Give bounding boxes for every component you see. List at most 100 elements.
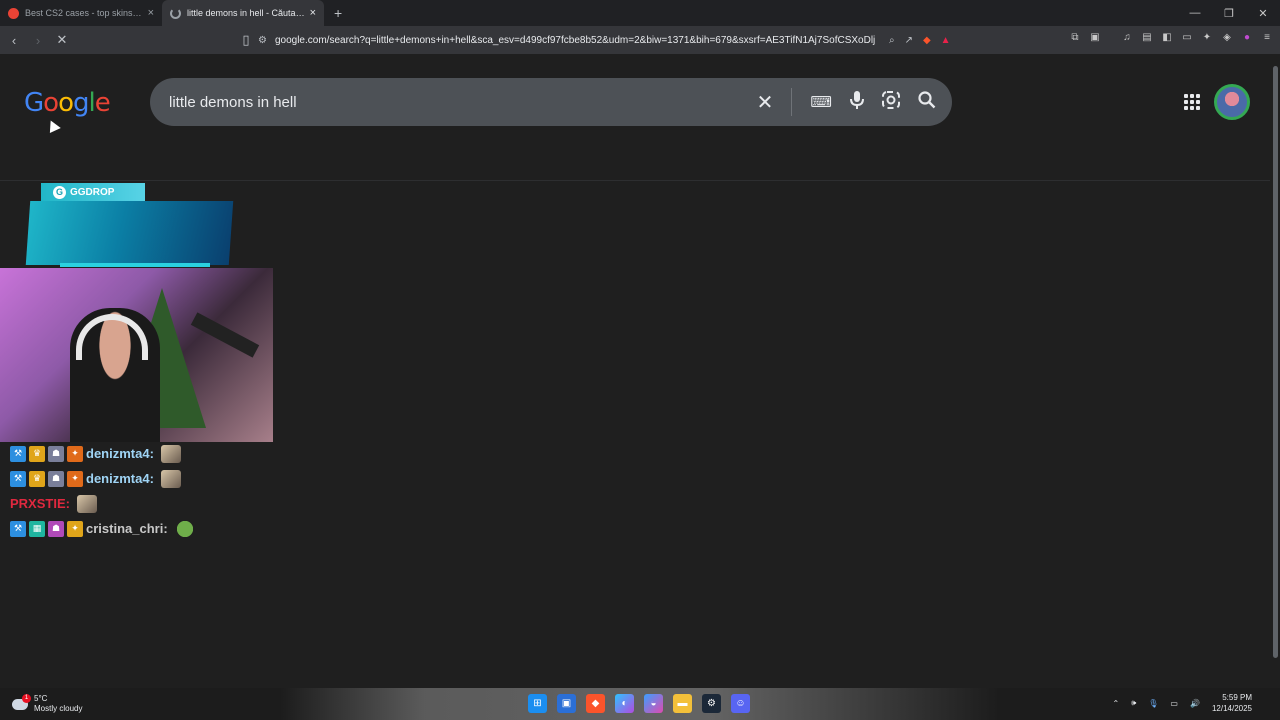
crown-badge-icon: ♛: [29, 470, 45, 487]
time: 5:59 PM: [1222, 693, 1252, 702]
emote-icon: [160, 469, 181, 488]
tab-little-demons[interactable]: little demons in hell - Căutare G ×: [162, 0, 324, 26]
chat-username: PRXSTIE:: [10, 496, 70, 511]
close-icon[interactable]: ✕: [757, 90, 774, 115]
forward-icon[interactable]: ›: [28, 30, 48, 50]
search-box-icons: ✕ ⌨: [757, 78, 936, 126]
chat-username: denizmta4:: [86, 446, 154, 461]
vpn-icon[interactable]: ◈: [1220, 30, 1234, 44]
media-icon[interactable]: ♫: [1120, 30, 1134, 44]
badge-icon: ⚒: [10, 445, 26, 462]
brave-rewards-icon[interactable]: ▲: [941, 35, 951, 46]
chat-message: ⚒ ♛ ☗ ✦ denizmta4:: [10, 466, 195, 491]
bookmark-icon[interactable]: ▯: [236, 30, 256, 50]
url-text: google.com/search?q=little+demons+in+hel…: [274, 34, 875, 46]
search-icon[interactable]: [918, 90, 936, 114]
google-logo[interactable]: Google: [24, 88, 111, 118]
clock[interactable]: 5:59 PM 12/14/2025: [1212, 692, 1252, 714]
search-input[interactable]: [169, 93, 729, 111]
divider: [791, 88, 793, 116]
notification-badge: 1: [22, 693, 31, 703]
ggdrop-label: G GGDROP: [41, 183, 145, 201]
tab-label: Best CS2 cases - top skins in CSGO c: [25, 8, 144, 18]
header-divider: [0, 180, 1270, 181]
weather-condition: Mostly cloudy: [34, 704, 83, 713]
robot-badge-icon: ☗: [48, 520, 64, 537]
sub-badge-icon: ✦: [67, 445, 83, 462]
scrollbar-thumb[interactable]: [1273, 66, 1278, 658]
logo-letter: e: [94, 88, 111, 118]
temperature: 5°C: [34, 694, 48, 703]
account-avatar[interactable]: [1214, 84, 1250, 120]
sub-badge-icon: ✦: [67, 470, 83, 487]
date: 12/14/2025: [1211, 704, 1252, 713]
chevron-up-icon[interactable]: ⌃: [1113, 699, 1120, 708]
extensions-icon[interactable]: ⧉: [1068, 30, 1082, 44]
google-apps-icon[interactable]: [1184, 94, 1200, 110]
chat-message: PRXSTIE:: [10, 491, 195, 516]
logo-letter: o: [58, 88, 74, 118]
tab-search-icon[interactable]: ▣: [1088, 30, 1102, 44]
streamer-webcam: [0, 268, 273, 442]
copilot-icon[interactable]: ◐: [615, 694, 634, 713]
badge-icon: ⚒: [10, 520, 26, 537]
banner-accent: [60, 263, 210, 267]
sidebar-icon[interactable]: ◧: [1160, 30, 1174, 44]
reading-list-icon[interactable]: ▤: [1140, 30, 1154, 44]
tab-best-cs2-cases[interactable]: Best CS2 cases - top skins in CSGO c ×: [0, 0, 162, 26]
audio-icon[interactable]: 🕪: [1131, 698, 1136, 708]
share-icon[interactable]: ↗: [905, 35, 913, 46]
close-tab-icon[interactable]: ×: [148, 7, 154, 19]
site-info-icon[interactable]: ⚙: [258, 35, 267, 46]
ggdrop-logo-icon: G: [53, 185, 66, 199]
chat-username: cristina_chri:: [86, 521, 168, 536]
robot-badge-icon: ☗: [48, 445, 64, 462]
maximize-button[interactable]: ❐: [1212, 0, 1246, 26]
lens-icon[interactable]: [882, 90, 900, 114]
leo-icon[interactable]: ✦: [1200, 30, 1214, 44]
robot-badge-icon: ☗: [48, 470, 64, 487]
microsoft-365-icon[interactable]: ◒: [644, 694, 663, 713]
sponsor-banner: [25, 201, 234, 265]
extension-toolbar: ⧉ ▣ ♫ ▤ ◧ ▭ ✦ ◈ ● ≡: [1068, 30, 1274, 44]
brave-browser-icon[interactable]: ◆: [586, 694, 605, 713]
badge-icon: ⚒: [10, 470, 26, 487]
chat-message: ⚒ ♛ ☗ ✦ denizmta4:: [10, 441, 195, 466]
windows-taskbar: 1 5°C Mostly cloudy ⊞ ▣ ◆ ◐ ◒ ▬ ⚙ ☺ ⌃ 🕪 …: [0, 688, 1280, 720]
steam-icon[interactable]: ⚙: [702, 694, 721, 713]
weather-widget[interactable]: 1 5°C Mostly cloudy: [12, 693, 83, 714]
minimize-button[interactable]: —: [1178, 0, 1212, 26]
brave-shield-icon[interactable]: ◆: [923, 35, 931, 46]
keyboard-icon[interactable]: ⌨: [810, 93, 832, 111]
zoom-icon[interactable]: ⌕: [889, 35, 895, 46]
logo-letter: g: [73, 88, 89, 118]
close-tab-icon[interactable]: ×: [310, 7, 316, 19]
address-bar[interactable]: ⚙ google.com/search?q=little+demons+in+h…: [258, 30, 978, 50]
menu-icon[interactable]: ≡: [1260, 30, 1274, 44]
network-icon[interactable]: ▭: [1170, 699, 1178, 708]
windows-start-icon[interactable]: ⊞: [528, 694, 547, 713]
screen: Best CS2 cases - top skins in CSGO c × l…: [0, 0, 1280, 720]
crown-badge-icon: ♛: [29, 445, 45, 462]
close-window-button[interactable]: ✕: [1246, 0, 1280, 26]
volume-icon[interactable]: 🔊: [1190, 699, 1200, 708]
file-explorer-icon[interactable]: ▬: [673, 694, 692, 713]
profile-icon[interactable]: ●: [1240, 30, 1254, 44]
loading-icon: [170, 7, 181, 19]
microphone-icon[interactable]: 🎙: [1148, 699, 1158, 708]
system-tray: ⌃ 🕪 🎙 ▭ 🔊 5:59 PM 12/14/2025: [1113, 692, 1252, 714]
search-box[interactable]: ✕ ⌨: [150, 78, 952, 126]
microphone-icon[interactable]: [850, 90, 864, 114]
page-scrollbar[interactable]: [1270, 54, 1280, 688]
back-icon[interactable]: ‹: [4, 30, 24, 50]
wallet-icon[interactable]: ▭: [1180, 30, 1194, 44]
address-bar-row: ‹ › ✕ ▯ ⚙ google.com/search?q=little+dem…: [0, 26, 1280, 54]
discord-icon[interactable]: ☺: [731, 694, 750, 713]
browser-tab-strip: Best CS2 cases - top skins in CSGO c × l…: [0, 0, 1280, 26]
taskbar-apps: ⊞ ▣ ◆ ◐ ◒ ▬ ⚙ ☺: [528, 694, 750, 713]
new-tab-button[interactable]: +: [334, 5, 342, 21]
stop-loading-icon[interactable]: ✕: [52, 30, 72, 50]
sub-badge-icon: ✦: [67, 520, 83, 537]
window-icon[interactable]: ▣: [557, 694, 576, 713]
cloud-icon: 1: [12, 693, 31, 710]
